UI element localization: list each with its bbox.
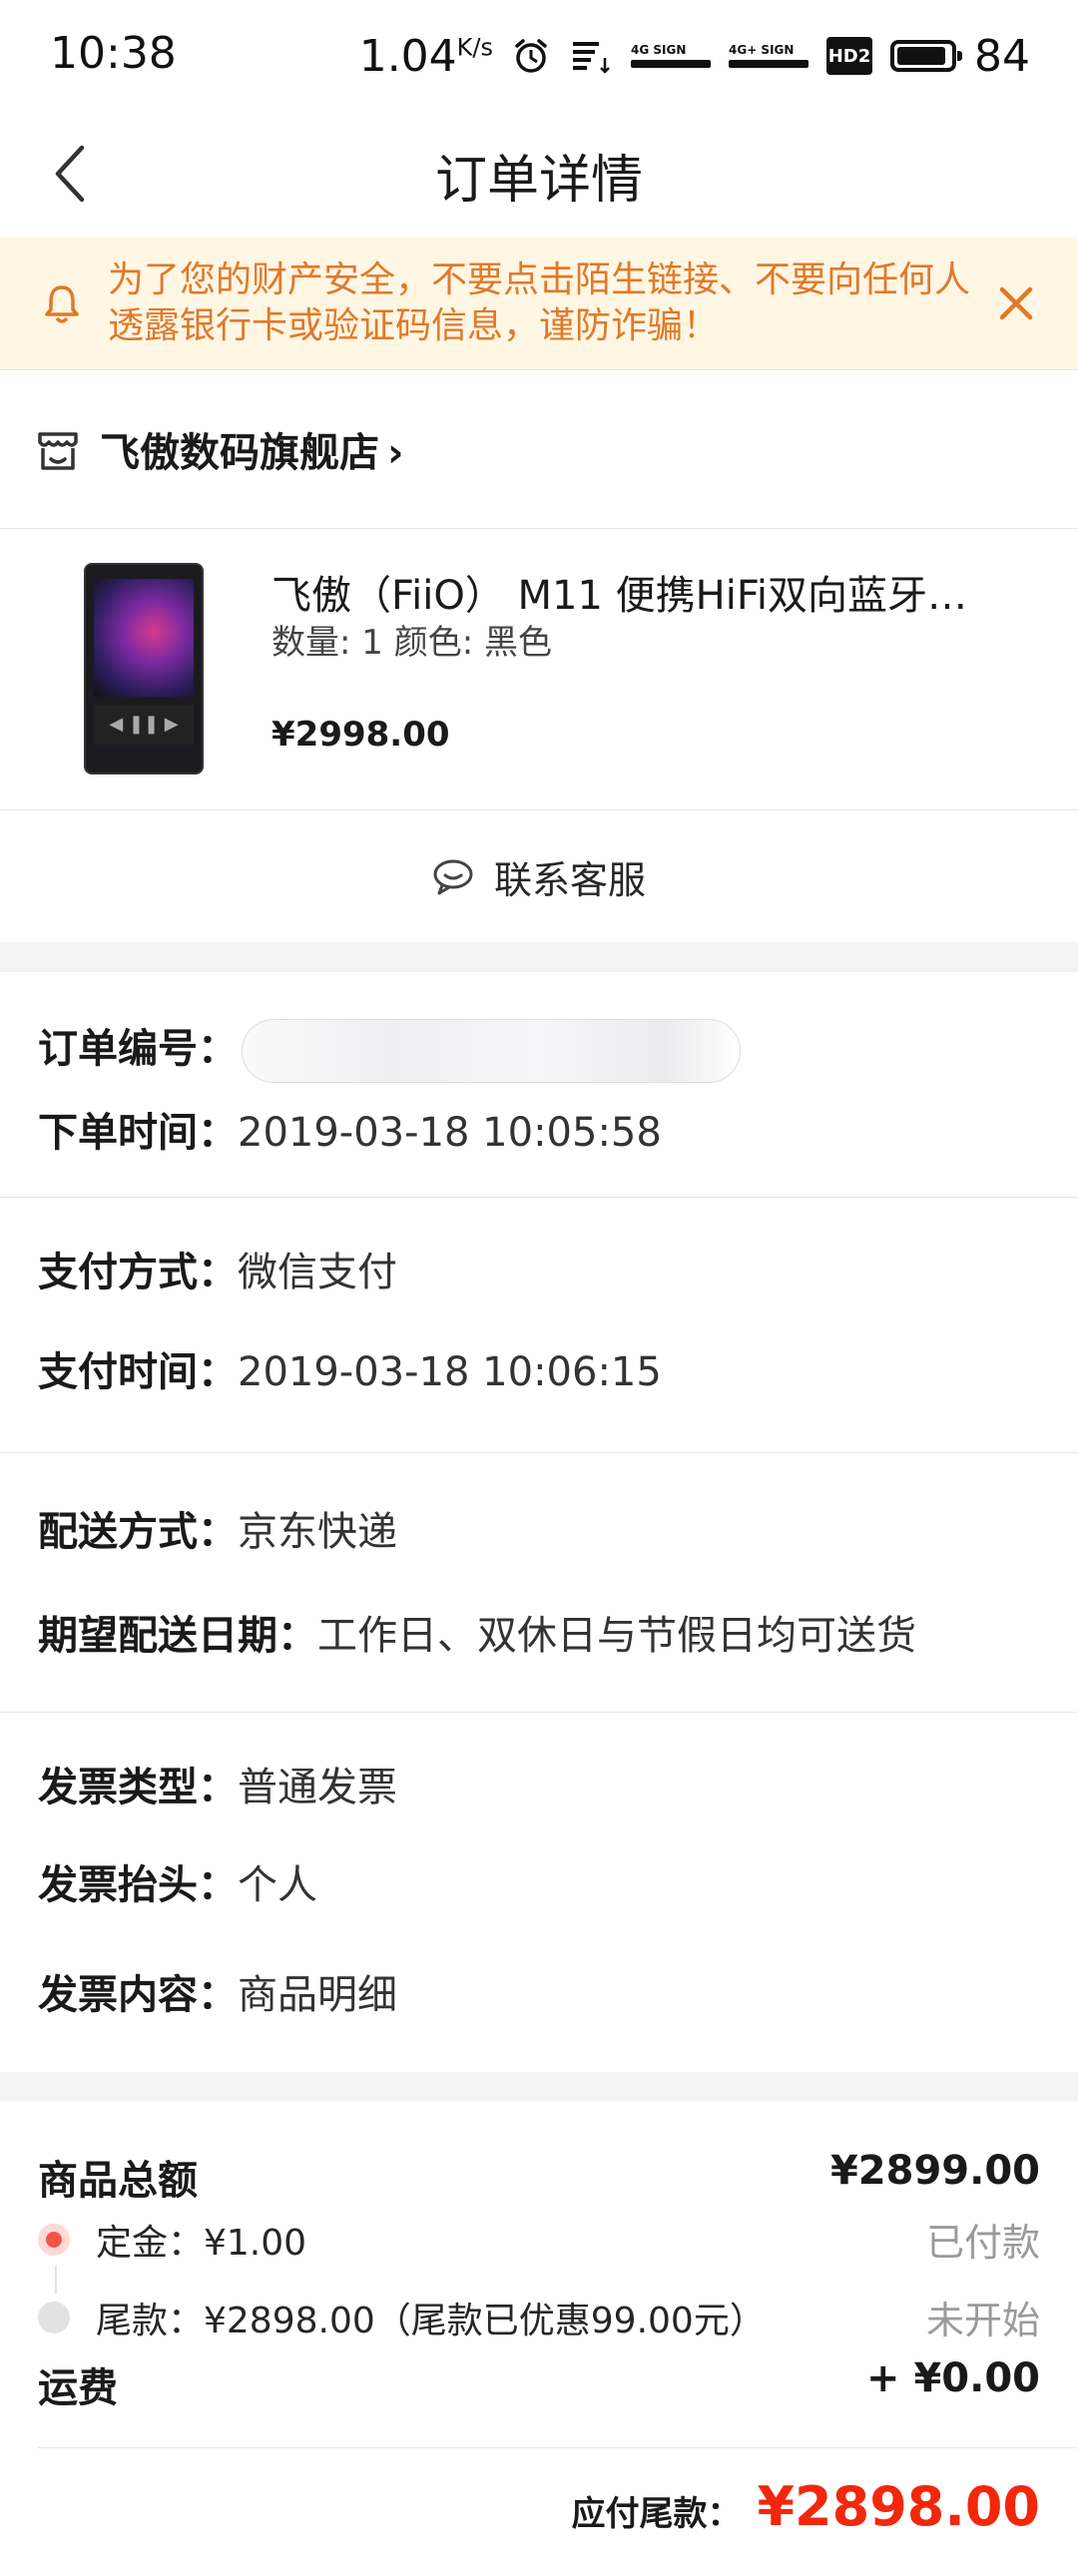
balance-status: 未开始	[925, 2299, 1040, 2342]
status-icons: 1.04K/s 4G SIGN 4G+ SIGN HD2 84	[359, 28, 1030, 84]
hd-voice-icon: HD2	[826, 37, 872, 75]
product-row[interactable]: ◀ ❚❚ ▶ 飞傲（FiiO） M11 便携HiFi双向蓝牙… 数量: 1 颜色…	[0, 529, 1078, 810]
order-number-redacted	[242, 1019, 741, 1083]
payment-time-value: 2019-03-18 10:06:15	[238, 1349, 662, 1395]
balance-status-dot	[38, 2301, 70, 2333]
close-icon[interactable]	[990, 277, 1042, 329]
deposit-label: 定金：¥1.00	[96, 2222, 307, 2264]
order-number-label: 订单编号：	[38, 1026, 238, 1072]
sim1-signal-icon: 4G SIGN	[631, 44, 711, 68]
shipping-row: 运费 + ¥0.00	[38, 2355, 1040, 2413]
order-info-section: 订单编号： 下单时间：2019-03-18 10:05:58	[0, 972, 1078, 1198]
divider	[38, 2447, 1078, 2448]
payment-time-label: 支付时间：	[38, 1349, 238, 1395]
sim1-label: 4G SIGN	[631, 43, 687, 57]
shop-name-label: 飞傲数码旗舰店	[100, 430, 379, 476]
delivery-method-label: 配送方式：	[38, 1509, 238, 1555]
wifi-icon	[573, 42, 610, 74]
payment-method-value: 微信支付	[238, 1250, 397, 1295]
shipping-label: 运费	[38, 2365, 118, 2411]
shipping-value: + ¥0.00	[866, 2355, 1040, 2401]
goods-total-row: 商品总额 ¥2899.00	[38, 2148, 1040, 2206]
delivery-method-row: 配送方式：京东快递	[38, 1499, 397, 1557]
payment-info-section: 支付方式：微信支付 支付时间：2019-03-18 10:06:15	[0, 1198, 1078, 1453]
invoice-title-row: 发票抬头：个人	[38, 1852, 317, 1910]
balance-row: 尾款：¥2898.00（尾款已优惠99.00元） 未开始	[38, 2290, 1040, 2344]
net-speed-value: 1.04	[358, 30, 457, 82]
product-spec: 数量: 1 颜色: 黑色	[271, 623, 552, 663]
alarm-icon	[515, 39, 547, 73]
product-price: ¥2998.00	[271, 715, 450, 755]
shop-row[interactable]: 飞傲数码旗舰店 ›	[0, 370, 1078, 529]
status-bar: 10:38 1.04K/s 4G SIGN 4G+ SIGN HD2 84	[0, 0, 1078, 110]
chat-icon	[433, 859, 473, 895]
payable-amount: ¥2898.00	[757, 2475, 1040, 2538]
goods-total-value: ¥2899.00	[829, 2148, 1040, 2194]
net-speed: 1.04K/s	[359, 31, 493, 82]
order-time-value: 2019-03-18 10:05:58	[238, 1110, 662, 1156]
order-time-row: 下单时间：2019-03-18 10:05:58	[38, 1100, 662, 1158]
battery-level: 84	[974, 30, 1030, 82]
product-title: 飞傲（FiiO） M11 便携HiFi双向蓝牙…	[271, 573, 968, 619]
bell-icon	[45, 285, 79, 323]
notice-text: 为了您的财产安全，不要点击陌生链接、不要向任何人透露银行卡或验证码信息，谨防诈骗…	[108, 259, 971, 346]
deposit-status-dot	[38, 2223, 70, 2256]
payable-label: 应付尾款：	[571, 2494, 742, 2534]
invoice-type-label: 发票类型：	[38, 1765, 238, 1810]
balance-label: 尾款：¥2898.00（尾款已优惠99.00元）	[96, 2300, 766, 2341]
product-image: ◀ ❚❚ ▶	[84, 563, 204, 774]
invoice-type-row: 发票类型：普通发票	[38, 1755, 397, 1812]
store-icon	[38, 432, 78, 470]
delivery-method-value: 京东快递	[238, 1509, 397, 1555]
page-title: 订单详情	[434, 151, 643, 211]
delivery-date-row: 期望配送日期：工作日、双休日与节假日均可送货	[38, 1603, 916, 1661]
invoice-title-value: 个人	[238, 1862, 317, 1908]
sim2-signal-icon: 4G+ SIGN	[729, 44, 808, 68]
contact-service-label: 联系客服	[493, 857, 646, 902]
battery-icon	[890, 40, 962, 72]
invoice-content-label: 发票内容：	[38, 1972, 238, 2018]
payment-method-label: 支付方式：	[38, 1250, 238, 1295]
goods-total-label: 商品总额	[38, 2158, 198, 2204]
shop-name: 飞傲数码旗舰店 ›	[100, 420, 403, 478]
chevron-right-icon: ›	[387, 430, 404, 476]
delivery-info-section: 配送方式：京东快递 期望配送日期：工作日、双休日与节假日均可送货	[0, 1453, 1078, 1713]
nav-bar: 订单详情	[0, 110, 1078, 238]
order-number-row: 订单编号：	[38, 1016, 741, 1083]
invoice-content-row: 发票内容：商品明细	[38, 1962, 397, 2020]
net-speed-unit: K/s	[456, 32, 493, 61]
payable-row: 应付尾款： ¥2898.00	[571, 2475, 1040, 2538]
security-notice: 为了您的财产安全，不要点击陌生链接、不要向任何人透露银行卡或验证码信息，谨防诈骗…	[0, 238, 1078, 370]
sim2-label: 4G+ SIGN	[729, 43, 795, 57]
deposit-status: 已付款	[925, 2221, 1040, 2265]
section-gap	[0, 942, 1078, 972]
invoice-type-value: 普通发票	[238, 1765, 397, 1810]
section-gap	[0, 2072, 1078, 2102]
payment-time-row: 支付时间：2019-03-18 10:06:15	[38, 1339, 662, 1397]
invoice-info-section: 发票类型：普通发票 发票抬头：个人 发票内容：商品明细	[0, 1713, 1078, 2072]
invoice-content-value: 商品明细	[238, 1972, 397, 2018]
delivery-date-value: 工作日、双休日与节假日均可送货	[317, 1613, 916, 1659]
contact-service-button[interactable]: 联系客服	[0, 810, 1078, 942]
order-time-label: 下单时间：	[38, 1110, 238, 1156]
deposit-row: 定金：¥1.00 已付款	[38, 2212, 1040, 2267]
payment-method-row: 支付方式：微信支付	[38, 1240, 397, 1297]
delivery-date-label: 期望配送日期：	[38, 1613, 317, 1659]
invoice-title-label: 发票抬头：	[38, 1862, 238, 1908]
status-time: 10:38	[50, 28, 177, 79]
